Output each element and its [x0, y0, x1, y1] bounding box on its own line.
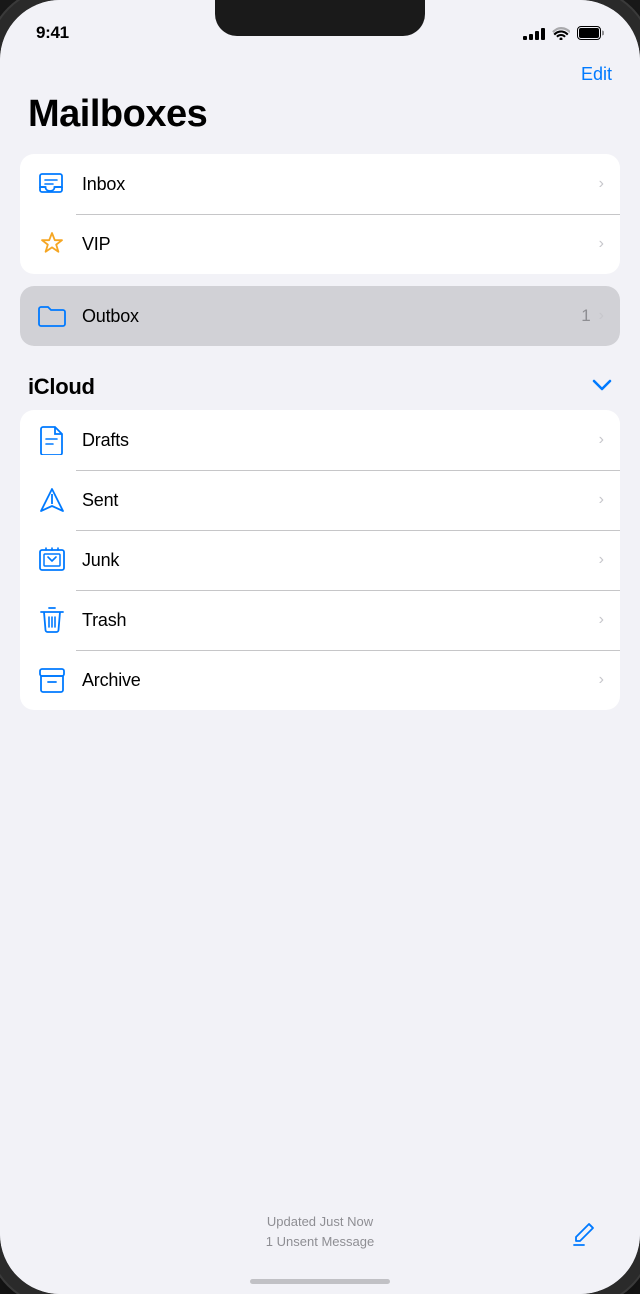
outbox-chevron: › [599, 307, 604, 325]
archive-item[interactable]: Archive › [20, 650, 620, 710]
inbox-item[interactable]: Inbox › [20, 154, 620, 214]
signal-bar-1 [523, 36, 527, 40]
icloud-section-header[interactable]: iCloud [20, 358, 620, 410]
drafts-label: Drafts [82, 430, 599, 451]
top-mailboxes-card: Inbox › VIP › [20, 154, 620, 274]
trash-label: Trash [82, 610, 599, 631]
battery-icon [577, 26, 604, 40]
sent-icon [36, 484, 68, 516]
junk-item[interactable]: Junk › [20, 530, 620, 590]
screen: 9:41 [0, 0, 640, 1294]
vip-label: VIP [82, 234, 599, 255]
drafts-item[interactable]: Drafts › [20, 410, 620, 470]
archive-icon [36, 664, 68, 696]
sent-item[interactable]: Sent › [20, 470, 620, 530]
icloud-chevron-icon [592, 378, 612, 396]
junk-chevron: › [599, 551, 604, 569]
signal-bar-3 [535, 31, 539, 40]
vip-item[interactable]: VIP › [20, 214, 620, 274]
header: Edit [20, 52, 620, 89]
status-icons [523, 26, 604, 40]
archive-chevron: › [599, 671, 604, 689]
unsent-status: 1 Unsent Message [266, 1232, 374, 1252]
notch [215, 0, 425, 36]
outbox-label: Outbox [82, 306, 581, 327]
inbox-chevron: › [599, 175, 604, 193]
folder-icon [36, 300, 68, 332]
updated-status: Updated Just Now [266, 1212, 374, 1232]
trash-item[interactable]: Trash › [20, 590, 620, 650]
footer-status: Updated Just Now 1 Unsent Message [266, 1212, 374, 1251]
outbox-item[interactable]: Outbox 1 › [20, 286, 620, 346]
draft-icon [36, 424, 68, 456]
drafts-chevron: › [599, 431, 604, 449]
outbox-badge: 1 [581, 306, 590, 326]
icloud-title: iCloud [28, 374, 95, 400]
status-time: 9:41 [36, 23, 69, 43]
star-icon [36, 228, 68, 260]
icloud-mailboxes-card: Drafts › Sent › [20, 410, 620, 710]
trash-chevron: › [599, 611, 604, 629]
sent-label: Sent [82, 490, 599, 511]
inbox-label: Inbox [82, 174, 599, 195]
sent-chevron: › [599, 491, 604, 509]
signal-bar-2 [529, 34, 533, 40]
signal-bar-4 [541, 28, 545, 40]
main-content: Edit Mailboxes Inbox [0, 52, 640, 1200]
signal-bars-icon [523, 26, 545, 40]
wifi-icon [552, 26, 570, 40]
edit-button[interactable]: Edit [581, 60, 612, 89]
archive-label: Archive [82, 670, 599, 691]
junk-label: Junk [82, 550, 599, 571]
phone-frame: 9:41 [0, 0, 640, 1294]
junk-icon [36, 544, 68, 576]
outbox-card: Outbox 1 › [20, 286, 620, 346]
compose-button[interactable] [568, 1215, 604, 1251]
vip-chevron: › [599, 235, 604, 253]
trash-icon [36, 604, 68, 636]
bottom-bar: Updated Just Now 1 Unsent Message [0, 1200, 640, 1271]
home-indicator [250, 1279, 390, 1284]
page-title: Mailboxes [20, 89, 620, 154]
inbox-icon [36, 168, 68, 200]
